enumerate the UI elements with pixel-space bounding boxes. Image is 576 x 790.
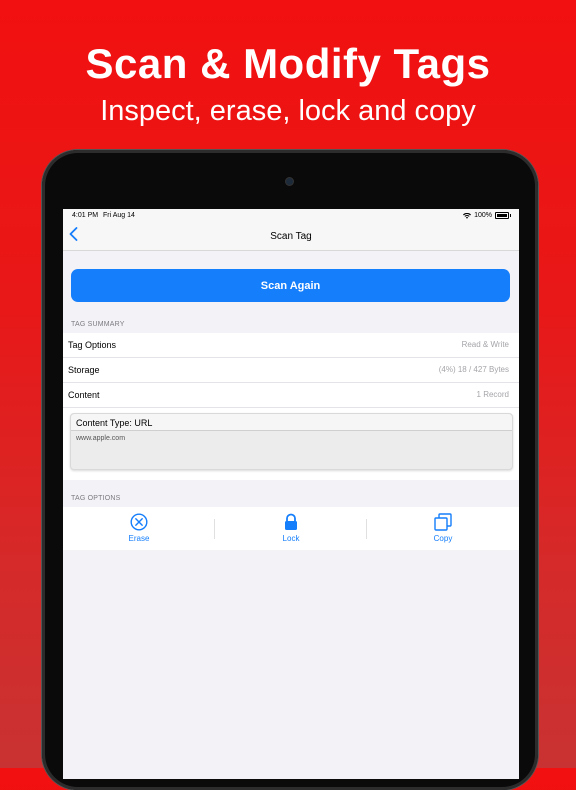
navigation-bar: Scan Tag: [63, 223, 519, 251]
tag-options-header: TAG OPTIONS: [71, 495, 121, 502]
battery-percent: 100%: [474, 212, 492, 219]
row-value: (4%) 18 / 427 Bytes: [438, 365, 509, 374]
wifi-icon: [463, 212, 472, 219]
app-screen: 4:01 PM Fri Aug 14 100% Scan Tag Scan Ag…: [63, 209, 519, 779]
content-type-header: Content Type: URL: [71, 414, 512, 431]
tag-options-bar: Erase Lock Copy: [63, 507, 519, 550]
scan-again-button[interactable]: Scan Again: [71, 269, 510, 302]
erase-button[interactable]: Erase: [63, 507, 215, 550]
summary-row-tag-options: Tag Options Read & Write: [63, 333, 519, 358]
summary-row-storage: Storage (4%) 18 / 427 Bytes: [63, 358, 519, 383]
status-bar: 4:01 PM Fri Aug 14 100%: [63, 209, 519, 223]
tag-summary-header: TAG SUMMARY: [71, 321, 125, 328]
content-record-card[interactable]: Content Type: URL www.apple.com: [70, 413, 513, 470]
erase-label: Erase: [128, 534, 150, 543]
row-value: 1 Record: [476, 390, 509, 399]
status-time: 4:01 PM: [72, 212, 99, 219]
camera-dot: [286, 178, 293, 185]
row-label: Content: [68, 390, 100, 400]
x-circle-icon: [130, 513, 148, 531]
status-date: Fri Aug 14: [103, 212, 135, 219]
status-right: 100%: [463, 212, 511, 219]
battery-icon: [495, 212, 511, 219]
promo-headline: Scan & Modify Tags: [85, 40, 491, 87]
lock-label: Lock: [282, 534, 300, 543]
battery-fill: [497, 214, 507, 217]
lock-button[interactable]: Lock: [215, 507, 367, 550]
row-value: Read & Write: [461, 340, 509, 349]
page-title: Scan Tag: [270, 231, 312, 242]
content-type-label: Content Type: URL: [76, 418, 153, 428]
row-label: Storage: [68, 365, 100, 375]
summary-row-content: Content 1 Record: [63, 383, 519, 408]
promo-subheadline: Inspect, erase, lock and copy: [100, 95, 476, 127]
copy-button[interactable]: Copy: [367, 507, 519, 550]
copy-label: Copy: [433, 534, 453, 543]
copy-icon: [434, 513, 452, 531]
lock-icon: [285, 513, 297, 530]
row-label: Tag Options: [68, 340, 117, 350]
content-value: www.apple.com: [76, 435, 126, 442]
